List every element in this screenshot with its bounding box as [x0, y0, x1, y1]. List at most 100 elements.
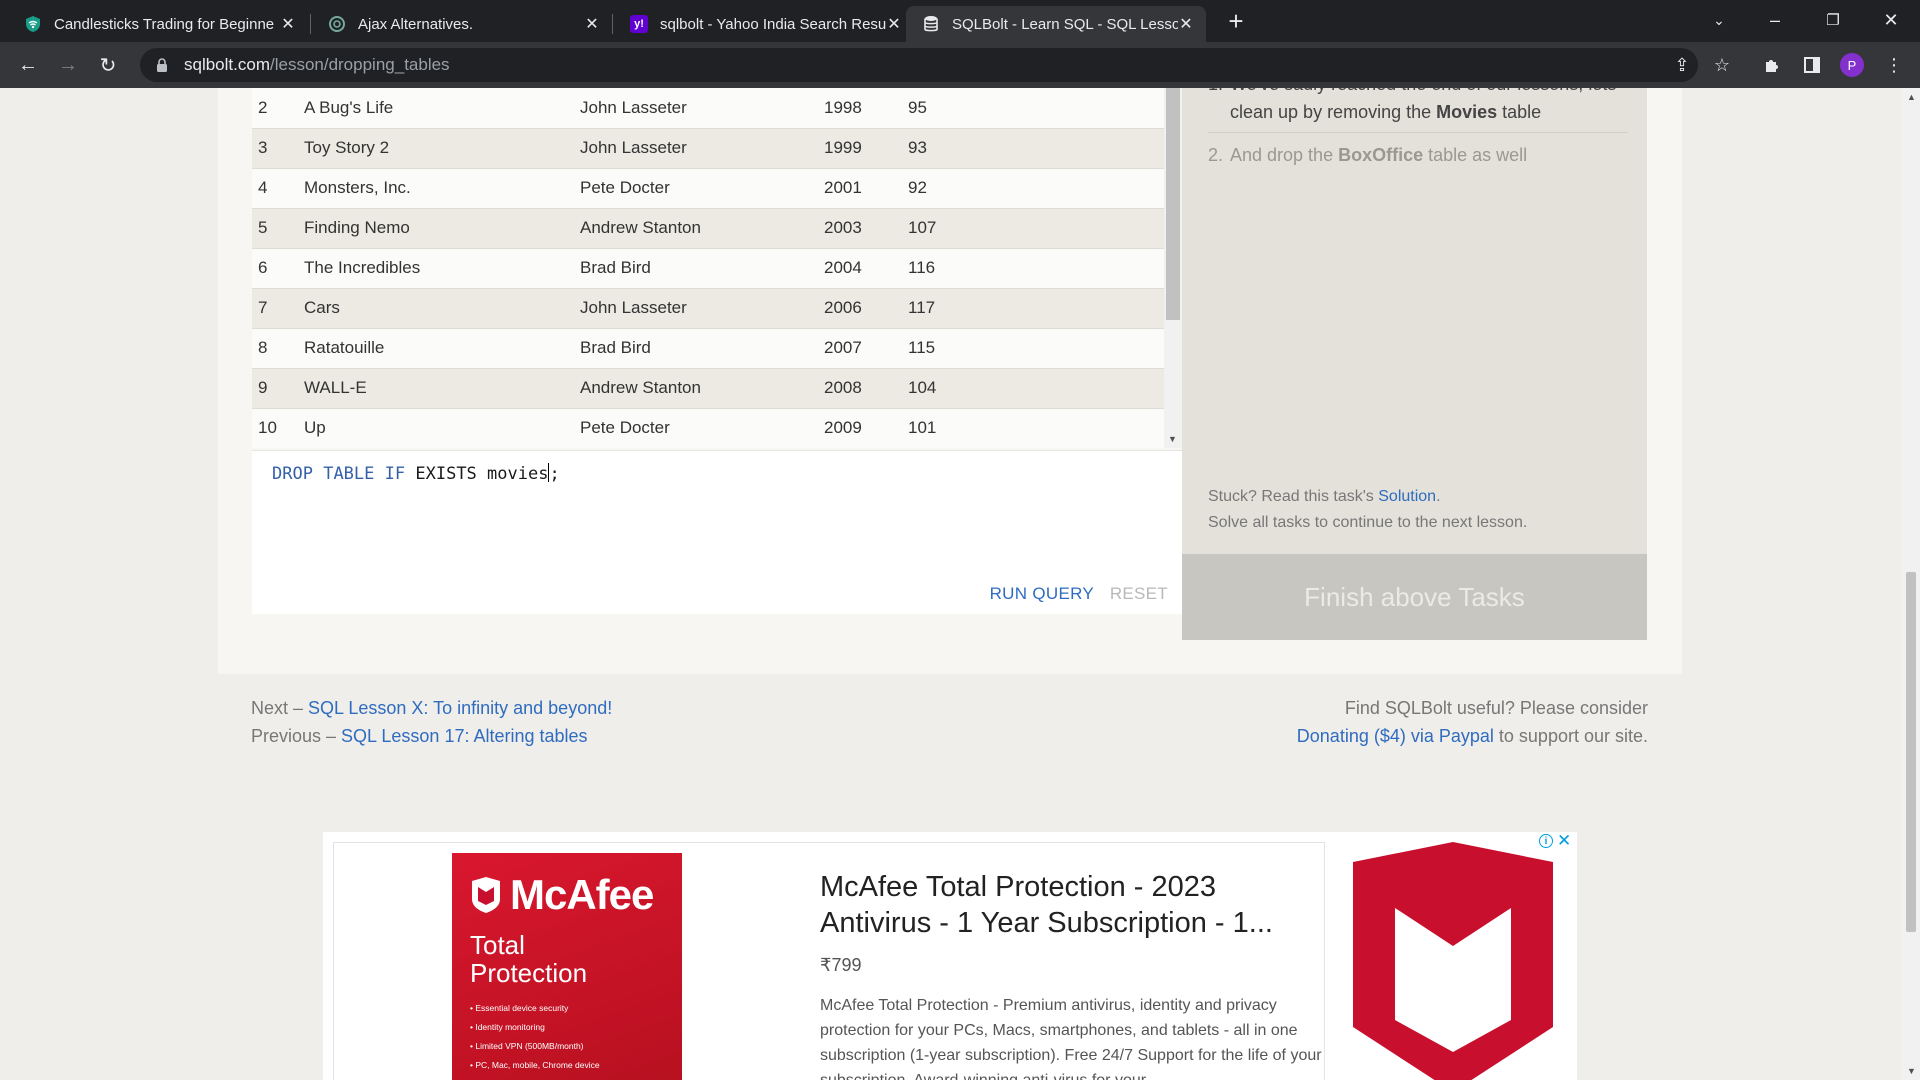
table-row: 9 WALL-E Andrew Stanton 2008 104: [252, 368, 1164, 409]
task-text-part: And drop the: [1230, 145, 1339, 165]
new-tab-button[interactable]: +: [1222, 8, 1250, 36]
window-close-icon[interactable]: ✕: [1868, 4, 1914, 36]
profile-avatar[interactable]: P: [1840, 53, 1864, 77]
ad-headline[interactable]: McAfee Total Protection - 2023 Antivirus…: [820, 869, 1320, 941]
task-panel: 1. We've sadly reached the end of our le…: [1182, 88, 1647, 554]
tab-separator: [310, 14, 311, 34]
close-icon[interactable]: ✕: [280, 16, 296, 33]
cell-director: John Lasseter: [580, 128, 824, 169]
address-bar[interactable]: sqlbolt.com/lesson/dropping_tables: [140, 48, 1698, 82]
previous-label: Previous –: [251, 726, 342, 746]
tab-separator: [612, 14, 613, 34]
cell-title: Toy Story 2: [304, 128, 580, 169]
cell-director: Pete Docter: [580, 408, 824, 448]
tab-yahoo-search[interactable]: y! sqlbolt - Yahoo India Search Resu ✕: [614, 6, 914, 42]
donate-link[interactable]: Donating ($4) via Paypal: [1297, 726, 1494, 746]
ad-card[interactable]: McAfee Total Protection • Essential devi…: [333, 842, 1325, 1080]
tab-candlesticks[interactable]: Candlesticks Trading for Beginne ✕: [8, 6, 308, 42]
mcafee-shield-icon: [472, 877, 500, 913]
cell-id: 9: [252, 368, 304, 409]
page-scrollbar[interactable]: ▲ ▼: [1902, 88, 1920, 1080]
cell-title: Finding Nemo: [304, 208, 580, 249]
share-icon[interactable]: ⇪: [1670, 53, 1694, 77]
sql-editor[interactable]: DROP TABLE IF EXISTS movies; RUN QUERY R…: [252, 450, 1182, 614]
next-lesson-line: Next – SQL Lesson X: To infinity and bey…: [251, 694, 612, 722]
cell-length: 93: [908, 128, 1164, 169]
cell-id: 10: [252, 408, 304, 448]
task-list: 1. We've sadly reached the end of our le…: [1208, 88, 1628, 183]
reload-icon[interactable]: ↻: [94, 51, 122, 79]
mcafee-shield-icon[interactable]: [1353, 842, 1553, 1080]
ad-feature: • Limited VPN (500MB/month): [470, 1041, 584, 1051]
cell-title: The Incredibles: [304, 248, 580, 289]
stuck-text: .: [1436, 488, 1441, 505]
side-panel-icon[interactable]: [1800, 53, 1824, 77]
ad-close-icon[interactable]: ✕: [1557, 831, 1571, 851]
cell-length: 117: [908, 288, 1164, 329]
cell-id: 6: [252, 248, 304, 289]
table-row: 7 Cars John Lasseter 2006 117: [252, 288, 1164, 329]
tab-title: Candlesticks Trading for Beginne: [54, 15, 275, 33]
table-row: 5 Finding Nemo Andrew Stanton 2003 107: [252, 208, 1164, 249]
table-row: 3 Toy Story 2 John Lasseter 1999 93: [252, 128, 1164, 169]
previous-lesson-link[interactable]: SQL Lesson 17: Altering tables: [341, 726, 588, 746]
close-icon[interactable]: ✕: [886, 16, 902, 33]
tab-title: SQLBolt - Learn SQL - SQL Lesson: [952, 15, 1178, 33]
tab-title: sqlbolt - Yahoo India Search Resu: [660, 15, 886, 33]
more-menu-icon[interactable]: ⋮: [1882, 53, 1906, 77]
cell-year: 1998: [824, 88, 908, 129]
cell-length: 107: [908, 208, 1164, 249]
ad-product-image[interactable]: McAfee Total Protection • Essential devi…: [452, 853, 682, 1080]
forward-arrow-icon[interactable]: →: [54, 51, 82, 79]
solution-link[interactable]: Solution: [1378, 488, 1436, 505]
previous-lesson-line: Previous – SQL Lesson 17: Altering table…: [251, 722, 612, 750]
cell-director: Andrew Stanton: [580, 368, 824, 409]
advertisement[interactable]: McAfee Total Protection • Essential devi…: [323, 831, 1577, 1080]
reset-button[interactable]: RESET: [1110, 584, 1168, 604]
run-query-button[interactable]: RUN QUERY: [990, 584, 1094, 604]
restore-icon[interactable]: ❐: [1810, 4, 1856, 36]
tab-search-icon[interactable]: ⌄: [1696, 4, 1742, 36]
url-path: /lesson/dropping_tables: [269, 55, 450, 74]
task-text: And drop the BoxOffice table as well: [1230, 141, 1527, 169]
task-number: 1.: [1208, 88, 1230, 126]
query-text[interactable]: DROP TABLE IF EXISTS movies;: [272, 463, 560, 484]
page-scroll-thumb[interactable]: [1906, 572, 1916, 932]
cell-director: Brad Bird: [580, 328, 824, 369]
minimize-icon[interactable]: –: [1752, 4, 1798, 36]
task-text: We've sadly reached the end of our lesso…: [1230, 88, 1628, 126]
task-table-name: Movies: [1436, 102, 1498, 122]
back-arrow-icon[interactable]: ←: [14, 51, 42, 79]
scroll-down-arrow-icon[interactable]: ▼: [1168, 434, 1177, 444]
next-lesson-link[interactable]: SQL Lesson X: To infinity and beyond!: [308, 698, 612, 718]
ad-feature-list: • Essential device security • Identity m…: [470, 999, 600, 1075]
table-row: 4 Monsters, Inc. Pete Docter 2001 92: [252, 168, 1164, 209]
task-item: 2. And drop the BoxOffice table as well: [1208, 141, 1628, 175]
stuck-hint: Stuck? Read this task's Solution.: [1208, 488, 1441, 506]
extensions-puzzle-icon[interactable]: [1760, 53, 1784, 77]
cell-id: 2: [252, 88, 304, 129]
donate-message: Find SQLBolt useful? Please consider Don…: [1297, 694, 1648, 750]
cell-director: John Lasseter: [580, 88, 824, 129]
cell-title: WALL-E: [304, 368, 580, 409]
solve-all-hint: Solve all tasks to continue to the next …: [1208, 514, 1528, 531]
finish-tasks-button[interactable]: Finish above Tasks: [1182, 554, 1647, 640]
cell-id: 3: [252, 128, 304, 169]
table-scroll-thumb[interactable]: [1166, 88, 1180, 320]
close-icon[interactable]: ✕: [584, 16, 600, 33]
scroll-up-arrow-icon[interactable]: ▲: [1907, 92, 1916, 102]
ad-product-name-line: Protection: [470, 958, 588, 988]
donate-line: Donating ($4) via Paypal to support our …: [1297, 722, 1648, 750]
cell-length: 95: [908, 88, 1164, 129]
scroll-down-arrow-icon[interactable]: ▼: [1907, 1066, 1916, 1076]
cell-id: 7: [252, 288, 304, 329]
table-scrollbar[interactable]: ▼: [1164, 88, 1182, 448]
ad-info-icon[interactable]: i: [1539, 834, 1553, 848]
tab-ajax[interactable]: Ajax Alternatives. ✕: [312, 6, 612, 42]
tab-sqlbolt[interactable]: SQLBolt - Learn SQL - SQL Lesson ✕: [906, 6, 1206, 42]
task-text-part: table: [1497, 102, 1542, 122]
bookmark-star-icon[interactable]: ☆: [1710, 53, 1734, 77]
ad-price: ₹799: [820, 955, 862, 975]
close-icon[interactable]: ✕: [1178, 16, 1194, 33]
table-row: 8 Ratatouille Brad Bird 2007 115: [252, 328, 1164, 369]
